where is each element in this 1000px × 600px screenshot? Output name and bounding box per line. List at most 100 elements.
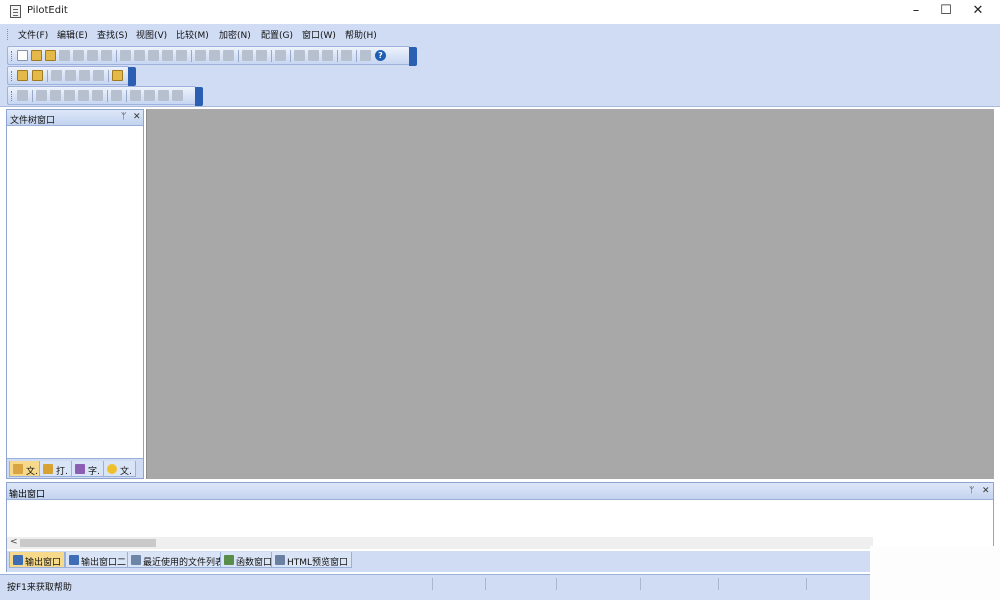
menu-edit[interactable]: 编辑(E) [57,28,88,41]
tab-output-2[interactable]: 输出窗口二 [65,552,131,568]
close-panel-icon[interactable]: ✕ [133,112,141,122]
menu-compare[interactable]: 比较(M) [176,28,209,41]
hex-mode-icon[interactable] [223,50,234,61]
play-icon[interactable] [50,90,61,101]
redo-icon[interactable] [134,50,145,61]
toolbar-overflow-icon[interactable] [195,87,203,106]
new-file-icon[interactable] [17,50,28,61]
file-tree-panel: 文件树窗口 ᛘ ✕ 文. 打. 字. 文. [6,109,144,479]
format-toolbar [7,86,203,106]
column-mode-icon[interactable] [111,90,122,101]
open-remote-icon[interactable] [45,50,56,61]
scroll-thumb[interactable] [20,539,156,547]
replace-icon[interactable] [341,50,352,61]
find-prev-icon[interactable] [308,50,319,61]
status-text: 按F1来获取帮助 [7,583,72,593]
bookmark-prev-icon[interactable] [158,90,169,101]
select-all-icon[interactable] [195,50,206,61]
toolbar-overflow-icon[interactable] [128,67,136,86]
indent-icon[interactable] [242,50,253,61]
toolbar-grip-icon [11,51,13,61]
screen-glare [870,546,1000,600]
pin-icon[interactable]: ᛘ [969,486,974,496]
tab-html-preview[interactable]: HTML预览窗口 [271,552,353,568]
tab-favorites[interactable]: 文. [103,461,136,477]
menu-encrypt[interactable]: 加密(N) [219,28,251,41]
tab-output-1[interactable]: 输出窗口 [9,552,66,568]
status-divider [485,578,486,590]
toolbar-grip-icon [11,71,13,81]
toolbar-area: ? [0,44,1000,107]
diff-next-icon[interactable] [79,70,90,81]
standard-toolbar: ? [7,46,417,66]
copy-icon[interactable] [162,50,173,61]
menu-window[interactable]: 窗口(W) [302,28,336,41]
tab-fonts[interactable]: 字. [71,461,104,477]
bookmark-clear-icon[interactable] [172,90,183,101]
menu-file[interactable]: 文件(F) [18,28,48,41]
status-divider [718,578,719,590]
recent-files-icon [131,555,141,565]
font-icon [75,464,85,474]
minimize-button[interactable]: – [900,0,932,24]
tab-open-files[interactable]: 打. [39,461,72,477]
sort-icon[interactable] [64,90,75,101]
menu-grip-icon [7,29,9,40]
macro-icon[interactable] [17,90,28,101]
record-icon[interactable] [36,90,47,101]
tab-file-tree[interactable]: 文. [9,461,42,477]
menu-view[interactable]: 视图(V) [136,28,167,41]
output-header: 输出窗口 ᛘ ✕ [7,483,993,500]
unindent-icon[interactable] [256,50,267,61]
file-tree-tabs: 文. 打. 字. 文. [7,458,143,478]
help-icon[interactable]: ? [375,50,386,61]
menu-config[interactable]: 配置(G) [261,28,293,41]
output-tabs: 输出窗口 输出窗口二 最近使用的文件列表 函数窗口 HTML预览窗口 [7,551,873,572]
status-divider [640,578,641,590]
function-icon [224,555,234,565]
close-file-icon[interactable] [87,50,98,61]
editor-workspace[interactable] [146,109,994,479]
open-file-icon [43,464,53,474]
open-file-icon[interactable] [31,50,42,61]
status-divider [556,578,557,590]
pin-icon[interactable]: ᛘ [121,112,126,122]
scroll-left-icon[interactable]: < [10,537,18,547]
save-icon[interactable] [59,50,70,61]
toolbar-overflow-icon[interactable] [409,47,417,66]
status-bar: 按F1来获取帮助 [0,574,1000,600]
tab-functions[interactable]: 函数窗口 [220,552,277,568]
diff-first-icon[interactable] [51,70,62,81]
close-panel-icon[interactable]: ✕ [982,486,990,496]
bookmark-next-icon[interactable] [144,90,155,101]
settings-icon[interactable] [360,50,371,61]
file-tree-title: 文件树窗口 [10,116,56,126]
menu-find[interactable]: 查找(S) [97,28,128,41]
sort-desc-icon[interactable] [78,90,89,101]
encrypt-icon[interactable] [112,70,123,81]
paste-icon[interactable] [176,50,187,61]
diff-last-icon[interactable] [93,70,104,81]
favorites-star-icon [107,464,117,474]
close-all-icon[interactable] [101,50,112,61]
close-button[interactable]: ✕ [962,0,994,24]
bookmark-icon[interactable] [130,90,141,101]
undo-icon[interactable] [120,50,131,61]
find-in-files-icon[interactable] [322,50,333,61]
menu-help[interactable]: 帮助(H) [345,28,377,41]
cut-icon[interactable] [148,50,159,61]
tab-recent-files[interactable]: 最近使用的文件列表 [127,552,229,568]
diff-prev-icon[interactable] [65,70,76,81]
app-icon [10,5,21,18]
wrap-icon[interactable] [209,50,220,61]
find-icon[interactable] [275,50,286,61]
compare-files-icon[interactable] [17,70,28,81]
horizontal-scrollbar[interactable]: < [7,537,873,549]
find-next-icon[interactable] [294,50,305,61]
align-icon[interactable] [92,90,103,101]
compare-folders-icon[interactable] [32,70,43,81]
status-divider [806,578,807,590]
save-all-icon[interactable] [73,50,84,61]
maximize-button[interactable]: ☐ [930,0,962,24]
output-title: 输出窗口 [9,490,46,500]
